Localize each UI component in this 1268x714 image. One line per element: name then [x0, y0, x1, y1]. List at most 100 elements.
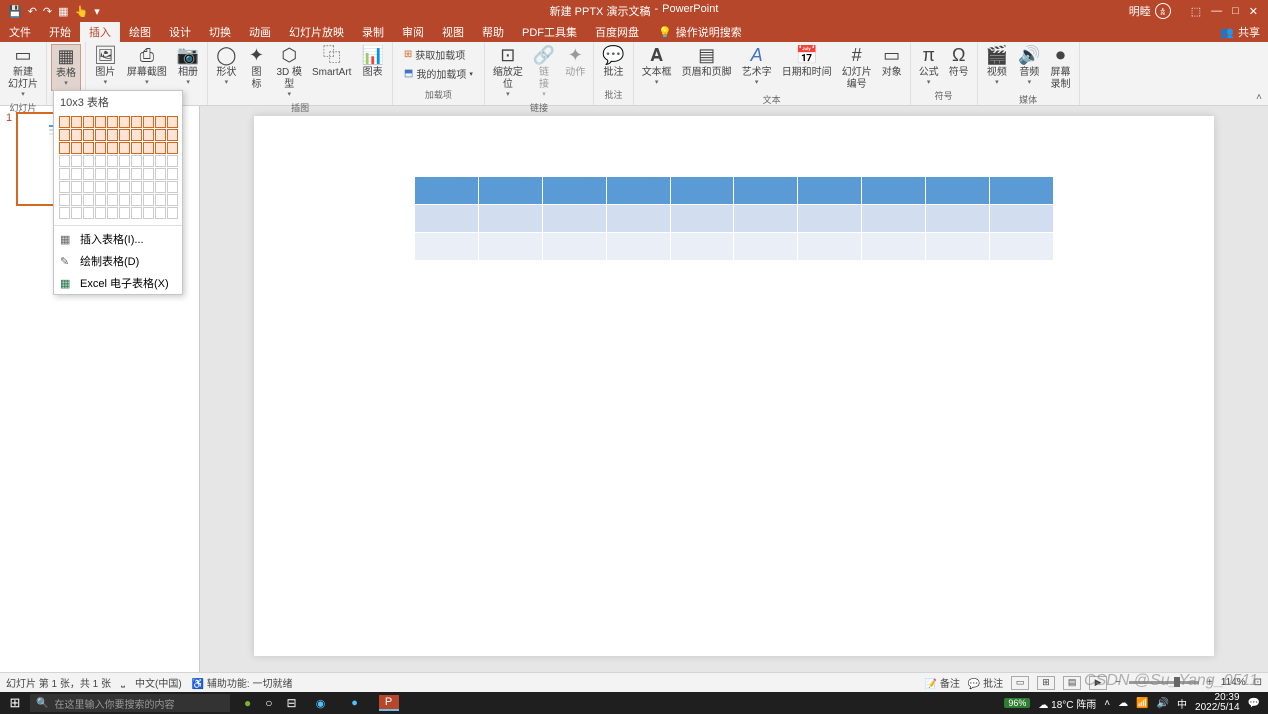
- taskbar-search[interactable]: 🔍 在这里输入你要搜索的内容: [30, 694, 230, 712]
- table-button[interactable]: ▦ 表格 ▾: [51, 44, 81, 91]
- slideshow-view-button[interactable]: ▶: [1089, 676, 1107, 690]
- headerfooter-button[interactable]: ▤页眉和页脚: [678, 44, 736, 81]
- zoom-button[interactable]: ⊡缩放定 位▾: [489, 44, 527, 101]
- group-symbols: π公式▾ Ω符号 符号: [911, 42, 978, 105]
- tab-record[interactable]: 录制: [353, 21, 393, 43]
- datetime-button[interactable]: 📅日期和时间: [778, 44, 836, 81]
- chart-icon: 📊: [361, 46, 383, 66]
- normal-view-button[interactable]: ▭: [1011, 676, 1029, 690]
- task-view-icon[interactable]: ⊟: [287, 696, 297, 710]
- inserted-table-preview: [414, 176, 1054, 261]
- onedrive-icon[interactable]: ☁: [1118, 698, 1128, 709]
- cortana-icon[interactable]: ○: [265, 696, 272, 710]
- screenshot-icon: ⎙: [140, 46, 154, 66]
- battery-badge[interactable]: 96%: [1004, 698, 1030, 708]
- slide-edit-area[interactable]: [200, 106, 1268, 672]
- draw-table-menu[interactable]: ✎绘制表格(D): [54, 250, 182, 272]
- object-button[interactable]: ▭对象: [878, 44, 906, 81]
- slide-canvas[interactable]: [254, 116, 1214, 656]
- insert-table-menu[interactable]: ▦插入表格(I)...: [54, 228, 182, 250]
- powerpoint-taskbar-icon[interactable]: P: [379, 695, 399, 711]
- tab-file[interactable]: 文件: [0, 21, 40, 43]
- touch-mode-icon[interactable]: 👆: [75, 5, 89, 18]
- slidenum-button[interactable]: #幻灯片 编号: [838, 44, 876, 93]
- tab-baidu[interactable]: 百度网盘: [586, 21, 648, 43]
- start-from-beginning-icon[interactable]: ▦: [58, 5, 68, 18]
- zoom-slider[interactable]: [1129, 681, 1199, 684]
- wechat-icon[interactable]: ●: [244, 696, 251, 710]
- symbol-button[interactable]: Ω符号: [945, 44, 973, 81]
- volume-icon[interactable]: 🔊: [1157, 698, 1169, 709]
- tab-draw[interactable]: 绘图: [120, 21, 160, 43]
- reading-view-button[interactable]: ▤: [1063, 676, 1081, 690]
- smartart-button[interactable]: ⿻SmartArt: [308, 44, 355, 81]
- wordart-button[interactable]: A艺术字▾: [738, 44, 776, 89]
- tab-review[interactable]: 审阅: [393, 21, 433, 43]
- close-icon[interactable]: ✕: [1249, 5, 1258, 18]
- redo-icon[interactable]: ↷: [43, 5, 52, 18]
- maximize-icon[interactable]: □: [1232, 5, 1239, 17]
- equation-button[interactable]: π公式▾: [915, 44, 943, 89]
- action-button[interactable]: ✦动作: [561, 44, 589, 81]
- tab-insert[interactable]: 插入: [80, 21, 120, 43]
- browser-icon[interactable]: ●: [345, 695, 365, 711]
- tab-animations[interactable]: 动画: [240, 21, 280, 43]
- tab-slideshow[interactable]: 幻灯片放映: [280, 21, 353, 43]
- comments-button[interactable]: 💬 批注: [968, 675, 1003, 690]
- language-status[interactable]: 中文(中国): [135, 675, 182, 690]
- tray-date[interactable]: 2022/5/14: [1195, 703, 1240, 713]
- collapse-ribbon-icon[interactable]: ˄: [1256, 92, 1262, 103]
- save-icon[interactable]: 💾: [8, 5, 22, 18]
- edge-icon[interactable]: ◉: [311, 695, 331, 711]
- icons-button[interactable]: ✦图 标: [242, 44, 270, 93]
- excel-sheet-menu[interactable]: ▦Excel 电子表格(X): [54, 272, 182, 294]
- tab-design[interactable]: 设计: [160, 21, 200, 43]
- my-addins-button[interactable]: ⬒我的加载项▾: [401, 65, 476, 82]
- zoom-out-button[interactable]: −: [1115, 677, 1121, 688]
- accessibility-status[interactable]: ♿ 辅助功能: 一切就绪: [192, 675, 293, 690]
- comment-button[interactable]: 💬批注: [598, 44, 628, 81]
- sorter-view-button[interactable]: ⊞: [1037, 676, 1055, 690]
- tell-me-search[interactable]: 💡 操作说明搜索: [658, 24, 742, 40]
- tab-help[interactable]: 帮助: [473, 21, 513, 43]
- get-addins-button[interactable]: ⊞获取加载项: [401, 46, 476, 63]
- chart-button[interactable]: 📊图表: [357, 44, 387, 81]
- weather-widget[interactable]: ☁ 18°C 阵雨: [1038, 696, 1096, 711]
- table-size-grid[interactable]: [54, 113, 182, 223]
- tab-pdf-tools[interactable]: PDF工具集: [513, 21, 586, 43]
- notification-icon[interactable]: 💬: [1248, 698, 1260, 709]
- tab-transitions[interactable]: 切换: [200, 21, 240, 43]
- screen-recording-button[interactable]: ⏺屏幕 录制: [1047, 44, 1075, 93]
- 3d-models-button[interactable]: ⬡3D 模 型▾: [272, 44, 306, 101]
- screenshot-button[interactable]: ⎙屏幕截图▾: [123, 44, 171, 89]
- zoom-level[interactable]: 114%: [1221, 677, 1246, 688]
- ribbon-display-icon[interactable]: ⬚: [1191, 5, 1201, 18]
- video-button[interactable]: 🎬视频▾: [982, 44, 1012, 89]
- headerfooter-icon: ▤: [698, 46, 715, 66]
- undo-icon[interactable]: ↶: [28, 5, 37, 18]
- picture-button[interactable]: 🖼图片▾: [90, 44, 121, 89]
- notes-button[interactable]: 📝 备注: [925, 675, 960, 690]
- share-button[interactable]: 👥 共享: [1220, 24, 1268, 40]
- shapes-button[interactable]: ◯形状▾: [212, 44, 240, 89]
- start-button[interactable]: ⊞: [0, 695, 30, 711]
- album-button[interactable]: 📷相册▾: [173, 44, 203, 89]
- link-button[interactable]: 🔗链 接▾: [529, 44, 559, 101]
- minimize-icon[interactable]: —: [1211, 5, 1222, 17]
- new-slide-button[interactable]: ▭ 新建 幻灯片 ▾: [4, 44, 42, 101]
- wifi-icon[interactable]: 📶: [1136, 698, 1148, 709]
- zoom-in-button[interactable]: +: [1207, 677, 1213, 688]
- fit-to-window-button[interactable]: ⊡: [1254, 677, 1262, 688]
- audio-button[interactable]: 🔊音频▾: [1014, 44, 1044, 89]
- table-size-label: 10x3 表格: [54, 91, 182, 113]
- spell-check-icon[interactable]: ⎵: [121, 677, 125, 688]
- tab-home[interactable]: 开始: [40, 21, 80, 43]
- account-area[interactable]: 明睦 𖠋: [1129, 3, 1171, 19]
- tab-view[interactable]: 视图: [433, 21, 473, 43]
- textbox-button[interactable]: 𝐀文本框▾: [638, 44, 676, 89]
- qat-more-icon[interactable]: ▾: [94, 5, 100, 18]
- ime-indicator[interactable]: 中: [1177, 696, 1187, 711]
- group-addins: ⊞获取加载项 ⬒我的加载项▾ 加载项: [393, 42, 485, 105]
- tray-chevron-icon[interactable]: ˄: [1104, 698, 1110, 709]
- datetime-icon: 📅: [795, 46, 817, 66]
